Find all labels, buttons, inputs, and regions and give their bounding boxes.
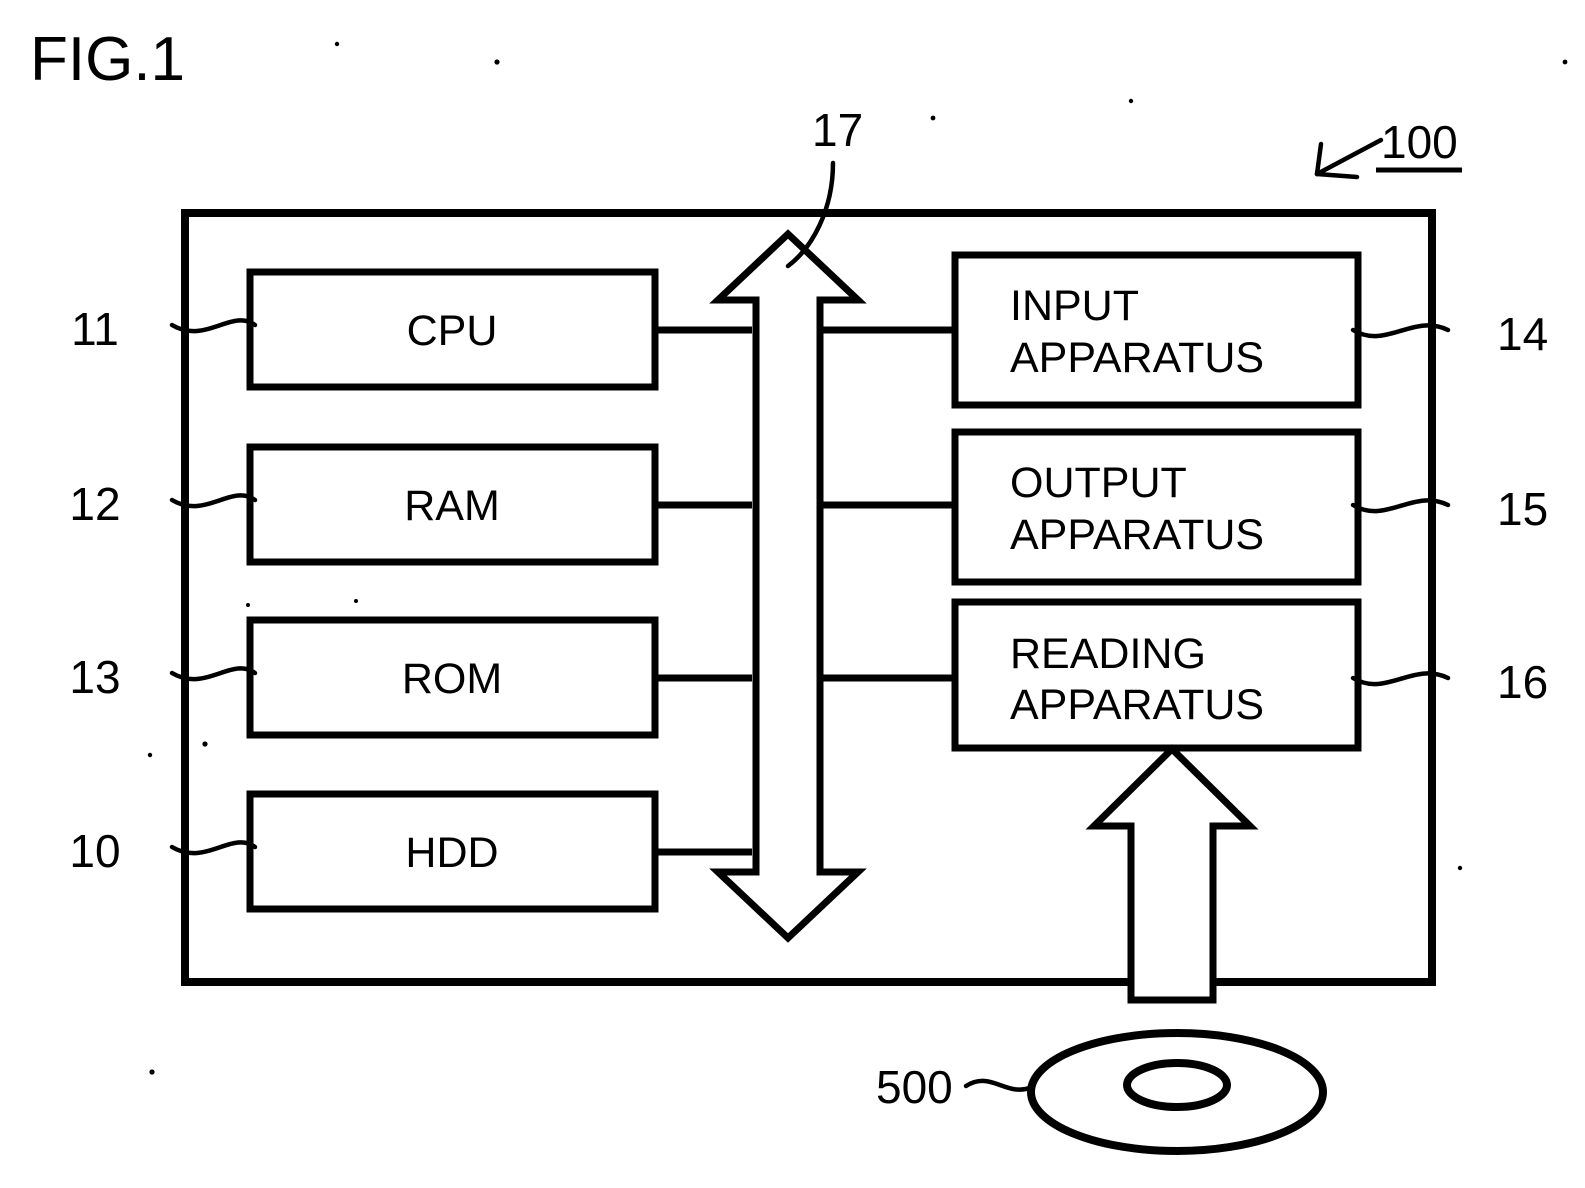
block-ram-label: RAM — [404, 482, 500, 530]
ref-number-rom: 13 — [69, 651, 120, 703]
block-cpu[interactable]: CPU — [246, 268, 659, 391]
block-reading-apparatus[interactable]: READING APPARATUS — [951, 598, 1362, 752]
block-hdd[interactable]: HDD — [246, 790, 659, 913]
optical-disc-hole — [1123, 1059, 1231, 1111]
block-hdd-label: HDD — [405, 829, 498, 877]
block-cpu-label: CPU — [407, 307, 498, 355]
ref-number-ram: 12 — [69, 478, 120, 530]
block-input-apparatus[interactable]: INPUT APPARATUS — [951, 251, 1362, 409]
block-ram[interactable]: RAM — [246, 443, 659, 566]
block-reading-apparatus-label-line1: READING — [1010, 630, 1206, 678]
block-input-apparatus-label-line1: INPUT — [1010, 282, 1139, 330]
patent-figure-canvas: FIG.1 100 17 CPU 11 RAM 12 ROM 13 HDD 10… — [0, 0, 1585, 1188]
block-output-apparatus-label-line2: APPARATUS — [1010, 511, 1264, 559]
block-input-apparatus-label-line2: APPARATUS — [1010, 334, 1264, 382]
block-input-apparatus-rect[interactable] — [951, 251, 1362, 409]
figure-svg: FIG.1 100 17 CPU 11 RAM 12 ROM 13 HDD 10… — [0, 0, 1585, 1188]
bus-ref-number: 17 — [812, 104, 863, 156]
block-output-apparatus-label-line1: OUTPUT — [1010, 459, 1187, 507]
ref-number-output-apparatus: 15 — [1497, 483, 1548, 535]
block-output-apparatus-rect[interactable] — [951, 428, 1362, 586]
optical-disc[interactable] — [1027, 1029, 1327, 1155]
block-output-apparatus[interactable]: OUTPUT APPARATUS — [951, 428, 1362, 586]
block-rom-label: ROM — [402, 655, 502, 703]
figure-title: FIG.1 — [30, 25, 185, 94]
ref-number-reading-apparatus: 16 — [1497, 656, 1548, 708]
ref-number-input-apparatus: 14 — [1497, 308, 1548, 360]
ref-number-media: 500 — [876, 1061, 953, 1113]
ref-number-hdd: 10 — [69, 825, 120, 877]
ref-number-cpu: 11 — [71, 303, 119, 355]
block-reading-apparatus-label-line2: APPARATUS — [1010, 681, 1264, 729]
system-ref-number: 100 — [1381, 116, 1458, 168]
block-rom[interactable]: ROM — [246, 616, 659, 739]
